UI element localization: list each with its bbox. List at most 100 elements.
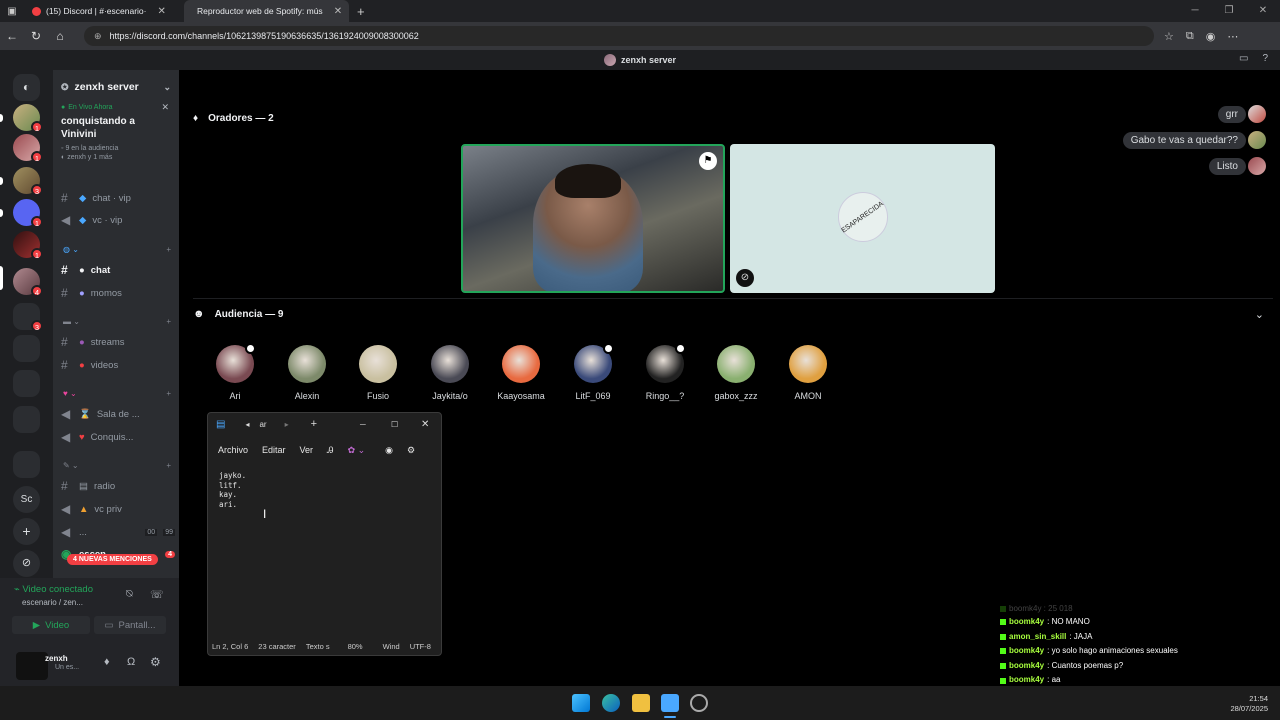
- disconnect-icon[interactable]: ☏: [150, 588, 164, 601]
- home-icon[interactable]: ⌂: [48, 29, 72, 43]
- menu-ver[interactable]: Ver: [300, 445, 314, 455]
- audience-member[interactable]: gabox_zzz: [706, 345, 766, 401]
- category-header[interactable]: ♥ ⌄ +: [63, 389, 171, 398]
- tab-spotify[interactable]: Reproductor web de Spotify: mús ✕: [184, 0, 349, 22]
- close-tab-icon[interactable]: ✕: [334, 6, 342, 17]
- close-live-icon[interactable]: ✕: [161, 102, 169, 113]
- add-channel-icon[interactable]: +: [166, 389, 171, 398]
- window-menu-icon[interactable]: ▣: [0, 6, 24, 17]
- discord-server-icon[interactable]: 1: [13, 199, 43, 228]
- audience-member[interactable]: Jaykita/o: [420, 345, 480, 401]
- system-clock[interactable]: 21:54 28/07/2025: [1230, 694, 1268, 714]
- channel-sala[interactable]: ◀ ⌛ Sala de ...: [61, 407, 175, 421]
- server-folder-icon[interactable]: [13, 451, 40, 478]
- audience-member[interactable]: Ringo__?: [635, 343, 695, 401]
- add-server-icon[interactable]: +: [13, 518, 40, 545]
- channel-chat-vip[interactable]: # ◆ chat · vip: [61, 191, 175, 205]
- inbox-icon[interactable]: ▭: [1239, 53, 1248, 64]
- menu-archivo[interactable]: Archivo: [218, 445, 248, 455]
- channel-radio[interactable]: # ▤ radio: [61, 479, 175, 493]
- live-stage-card[interactable]: ● En Vivo Ahora ✕ conquistando a Vinivin…: [53, 102, 179, 161]
- favorite-star-icon[interactable]: ☆: [1164, 30, 1174, 43]
- audience-member[interactable]: AMON: [778, 345, 838, 401]
- video-button[interactable]: ▶ Video: [12, 616, 90, 634]
- notepad-text-area[interactable]: jayko. litf. kay. ari.: [208, 465, 441, 515]
- settings-gear-icon[interactable]: ⚙: [150, 655, 161, 669]
- server-folder-icon[interactable]: [13, 335, 40, 362]
- avatar[interactable]: [1248, 131, 1266, 149]
- add-channel-icon[interactable]: +: [166, 317, 171, 326]
- copilot-icon[interactable]: ✿ ⌄: [348, 445, 366, 456]
- channel-momos[interactable]: # ● momos: [61, 286, 175, 300]
- notepad-taskbar-icon[interactable]: [661, 694, 679, 712]
- microphone-icon[interactable]: ♦: [104, 656, 110, 668]
- discord-home-icon[interactable]: ◐: [13, 74, 40, 101]
- channel-videos[interactable]: # ● videos: [61, 358, 175, 372]
- server-sc-icon[interactable]: Sc: [13, 486, 40, 513]
- tab-discord[interactable]: (15) Discord | #·escenario· ✕: [24, 0, 184, 22]
- minimize-icon[interactable]: ─: [360, 420, 366, 429]
- reload-icon[interactable]: ↻: [24, 29, 48, 43]
- server-icon[interactable]: 3: [13, 167, 43, 196]
- maximize-icon[interactable]: ☐: [391, 420, 398, 429]
- server-icon-active[interactable]: 4: [13, 268, 43, 297]
- channel-chat[interactable]: # ● chat: [61, 263, 175, 277]
- settings-gear-icon[interactable]: [690, 694, 708, 712]
- settings-gear-icon[interactable]: ⚙: [407, 445, 415, 456]
- audience-member[interactable]: Fusio: [348, 345, 408, 401]
- channel-vc-priv[interactable]: ◀ ▲ vc priv: [61, 502, 175, 516]
- server-folder-icon[interactable]: [13, 370, 40, 397]
- channel-conquis[interactable]: ◀ ♥ Conquis...: [61, 430, 175, 444]
- site-info-icon[interactable]: ⊕: [94, 31, 102, 42]
- voice-status[interactable]: ⌁ Video conectado: [14, 584, 93, 595]
- more-menu-icon[interactable]: ⋯: [1227, 30, 1238, 43]
- audience-member[interactable]: Kaayosama: [491, 345, 551, 401]
- screen-share-button[interactable]: ▭ Pantall...: [94, 616, 166, 634]
- server-header[interactable]: ✪ zenxh server ⌄: [53, 70, 179, 104]
- close-tab-icon[interactable]: ✕: [157, 6, 165, 17]
- menu-editar[interactable]: Editar: [262, 445, 286, 455]
- back-icon[interactable]: ←: [0, 29, 24, 43]
- file-explorer-icon[interactable]: [632, 694, 650, 712]
- avatar[interactable]: [1248, 105, 1266, 123]
- tab-scroll-left-icon[interactable]: ◂: [245, 420, 249, 429]
- channel-streams[interactable]: # ● streams: [61, 335, 175, 349]
- headphones-icon[interactable]: Ω: [127, 656, 135, 668]
- channel-voice-extra[interactable]: ◀... 00 99: [61, 525, 175, 539]
- category-header[interactable]: ◍ ⌄ +: [63, 245, 171, 254]
- avatar[interactable]: [1248, 157, 1266, 175]
- server-icon[interactable]: 1: [13, 231, 43, 260]
- server-icon[interactable]: 1: [13, 134, 43, 163]
- account-icon[interactable]: ◉: [385, 445, 393, 456]
- url-field[interactable]: ⊕ https://discord.com/channels/106213987…: [84, 26, 1154, 46]
- server-folder-icon[interactable]: 3: [13, 303, 43, 332]
- maximize-icon[interactable]: ❐: [1212, 0, 1246, 22]
- new-tab-button[interactable]: +: [357, 4, 365, 19]
- add-channel-icon[interactable]: +: [166, 245, 171, 254]
- avatar[interactable]: [16, 652, 48, 680]
- help-icon[interactable]: ?: [1262, 53, 1268, 64]
- tab-scroll-right-icon[interactable]: ▸: [285, 420, 289, 429]
- speaker-video-tile[interactable]: ⚑: [461, 144, 725, 293]
- channel-vc-vip[interactable]: ◀ ◆ vc · vip: [61, 213, 175, 227]
- explore-icon[interactable]: ⊘: [13, 550, 40, 577]
- add-channel-icon[interactable]: +: [166, 461, 171, 470]
- category-header[interactable]: ✎ ⌄ +: [63, 461, 171, 470]
- collapse-chevron-icon[interactable]: ⌄: [1255, 308, 1264, 321]
- noise-suppression-icon[interactable]: ⍉: [126, 588, 133, 601]
- audience-member[interactable]: LitF_069: [563, 343, 623, 401]
- voice-location[interactable]: escenario / zen...: [22, 598, 83, 607]
- audience-member[interactable]: Alexin: [277, 345, 337, 401]
- profile-icon[interactable]: ◉: [1206, 30, 1216, 43]
- new-tab-button[interactable]: +: [311, 418, 317, 430]
- audience-member[interactable]: Ari: [205, 343, 265, 401]
- close-window-icon[interactable]: ✕: [421, 419, 429, 430]
- server-icon[interactable]: 1: [13, 104, 43, 133]
- category-header[interactable]: ▬ ⌄ +: [63, 317, 171, 326]
- speaker-placeholder-tile[interactable]: ESAPARECIDA ⊘: [730, 144, 995, 293]
- close-window-icon[interactable]: ✕: [1246, 0, 1280, 22]
- windows-start-icon[interactable]: [572, 694, 590, 712]
- extensions-icon[interactable]: ⧉: [1186, 30, 1194, 43]
- font-icon[interactable]: Ꭿ: [327, 445, 334, 456]
- new-mentions-banner[interactable]: 4 NUEVAS MENCIONES: [67, 554, 158, 565]
